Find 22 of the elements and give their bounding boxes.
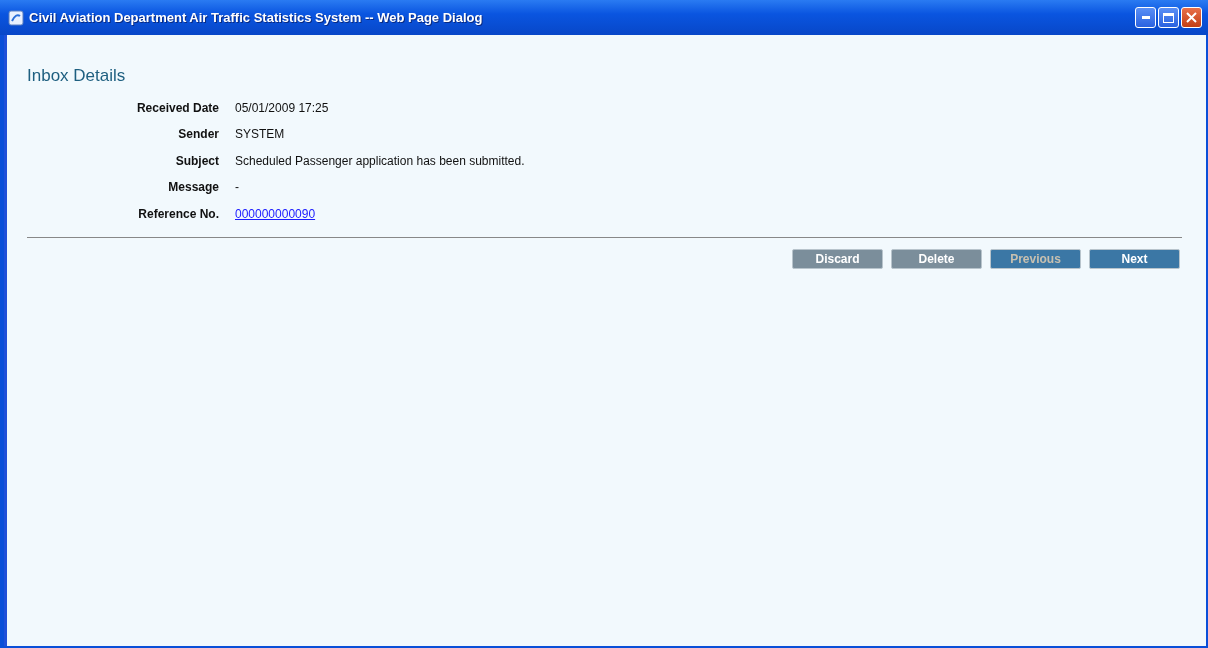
minimize-icon — [1141, 16, 1150, 19]
action-button[interactable]: Delete — [891, 249, 982, 269]
maximize-button[interactable] — [1158, 7, 1179, 28]
window-title: Civil Aviation Department Air Traffic Statistics System -- Web Page Dialog — [29, 8, 483, 27]
page-heading: Inbox Details — [27, 65, 127, 87]
reference-link[interactable]: 000000000090 — [235, 204, 316, 223]
close-button[interactable] — [1181, 7, 1202, 28]
action-button[interactable]: Discard — [792, 249, 883, 269]
field-value: SYSTEM — [235, 126, 285, 144]
field-label: Message — [167, 179, 220, 197]
field-label: Received Date — [135, 99, 220, 117]
field-label: Reference No. — [137, 205, 220, 223]
field-label: Subject — [174, 152, 220, 170]
action-button[interactable]: Next — [1089, 249, 1180, 269]
field-value: Scheduled Passenger application has been submitted. — [235, 152, 525, 170]
app-icon — [8, 9, 24, 26]
field-value: 05/01/2009 17:25 — [235, 99, 329, 117]
close-icon — [1186, 12, 1197, 23]
minimize-button[interactable] — [1135, 7, 1156, 28]
maximize-icon — [1163, 12, 1174, 23]
field-value: - — [235, 179, 239, 197]
field-label: Sender — [177, 126, 220, 144]
